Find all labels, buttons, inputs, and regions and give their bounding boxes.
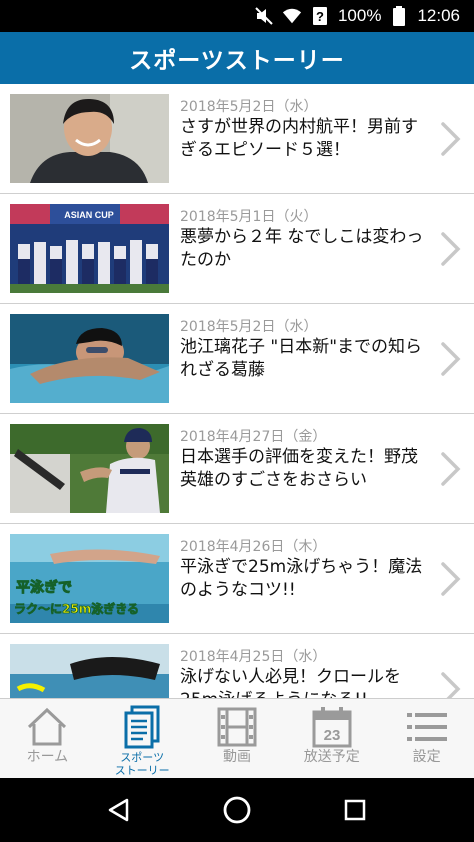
nav-video-label: 動画: [222, 749, 251, 765]
nav-sports-label-1: スポーツ: [120, 751, 165, 764]
story-title[interactable]: 悪夢から２年 なでしこは変わったのか: [180, 226, 425, 272]
story-thumbnail: ASIAN CUP: [10, 204, 169, 293]
chevron-right-icon: [441, 232, 461, 266]
recents-button[interactable]: [335, 790, 375, 830]
nav-video[interactable]: 動画: [190, 699, 285, 779]
story-thumbnail: [10, 314, 169, 403]
story-date: 2018年5月1日（火）: [180, 209, 318, 225]
back-button[interactable]: [99, 790, 139, 830]
chevron-right-icon: [441, 122, 461, 156]
story-thumbnail: [10, 644, 169, 698]
wifi-icon: [282, 6, 302, 26]
story-date: 2018年5月2日（水）: [180, 319, 318, 335]
clock: 12:06: [417, 6, 460, 25]
story-date: 2018年5月2日（水）: [180, 99, 318, 115]
story-title[interactable]: さすが世界の内村航平！男前すぎるエピソード５選！: [180, 116, 425, 162]
story-row[interactable]: 平泳ぎで ラク～に25m泳ぎきる 2018年4月26日（木） 平泳ぎで25m泳げ…: [0, 524, 474, 634]
chevron-right-icon: [441, 672, 461, 698]
story-date: 2018年4月25日（水）: [180, 649, 327, 665]
calendar-icon: 23: [309, 705, 355, 749]
nav-settings-label: 設定: [412, 749, 441, 765]
story-date: 2018年4月27日（金）: [180, 429, 327, 445]
story-title[interactable]: 平泳ぎで25m泳げちゃう！魔法のようなコツ!!: [180, 556, 425, 602]
calendar-day: 23: [323, 727, 340, 744]
chevron-right-icon: [441, 342, 461, 376]
story-thumbnail: [10, 94, 169, 183]
status-bar: ? 100% 12:06: [0, 0, 474, 32]
story-title[interactable]: 日本選手の評価を変えた！野茂英雄のすごさをおさらい: [180, 446, 425, 492]
nav-settings[interactable]: 設定: [379, 699, 474, 779]
story-thumbnail: 平泳ぎで ラク～に25m泳ぎきる: [10, 534, 169, 623]
home-icon: [24, 705, 70, 749]
bottom-nav: ホーム スポーツ ストーリー 動画 23 放送予定 設定: [0, 698, 474, 779]
signal-unknown-icon: ?: [310, 6, 330, 26]
story-row[interactable]: 2018年4月27日（金） 日本選手の評価を変えた！野茂英雄のすごさをおさらい: [0, 414, 474, 524]
nav-sports-label: スポーツ ストーリー: [115, 751, 170, 777]
story-row[interactable]: 2018年4月25日（水） 泳げない人必見！クロールを25m泳げるようになる!!: [0, 634, 474, 698]
nav-home-label: ホーム: [26, 749, 69, 765]
thumbnail-caption: ラク～に25m泳ぎきる: [14, 601, 139, 616]
app-header: スポーツストーリー: [0, 32, 474, 84]
story-date: 2018年4月26日（木）: [180, 539, 327, 555]
mute-icon: [254, 6, 274, 26]
story-list[interactable]: 2018年5月2日（水） さすが世界の内村航平！男前すぎるエピソード５選！ AS…: [0, 84, 474, 698]
story-title[interactable]: 池江璃花子 "日本新"までの知られざる葛藤: [180, 336, 425, 382]
nav-home[interactable]: ホーム: [0, 699, 95, 779]
home-system-button[interactable]: [217, 790, 257, 830]
battery-icon: [389, 6, 409, 26]
home-circle-icon: [223, 796, 251, 824]
nav-sports-story[interactable]: スポーツ ストーリー: [95, 699, 190, 779]
chevron-right-icon: [441, 452, 461, 486]
film-icon: [214, 705, 260, 749]
story-title[interactable]: 泳げない人必見！クロールを25m泳げるようになる!!: [180, 666, 425, 698]
story-row[interactable]: 2018年5月2日（水） さすが世界の内村航平！男前すぎるエピソード５選！: [0, 84, 474, 194]
thumbnail-caption: ASIAN CUP: [64, 210, 114, 220]
system-nav-bar: [0, 778, 474, 842]
story-thumbnail: [10, 424, 169, 513]
page-title: スポーツストーリー: [129, 48, 345, 74]
document-icon: [119, 705, 165, 749]
story-row[interactable]: 2018年5月2日（水） 池江璃花子 "日本新"までの知られざる葛藤: [0, 304, 474, 414]
nav-sports-label-2: ストーリー: [114, 764, 170, 777]
thumbnail-caption: 平泳ぎで: [16, 579, 72, 596]
story-row[interactable]: ASIAN CUP 2018年5月1日（火） 悪夢から２年 なでしこは変わったの…: [0, 194, 474, 304]
chevron-right-icon: [441, 562, 461, 596]
svg-text:?: ?: [316, 9, 324, 24]
nav-schedule[interactable]: 23 放送予定: [284, 699, 379, 779]
recents-square-icon: [344, 799, 366, 821]
back-triangle-icon: [108, 798, 129, 822]
battery-percent: 100%: [337, 6, 382, 25]
nav-schedule-label: 放送予定: [303, 749, 360, 765]
list-icon: [404, 705, 450, 749]
